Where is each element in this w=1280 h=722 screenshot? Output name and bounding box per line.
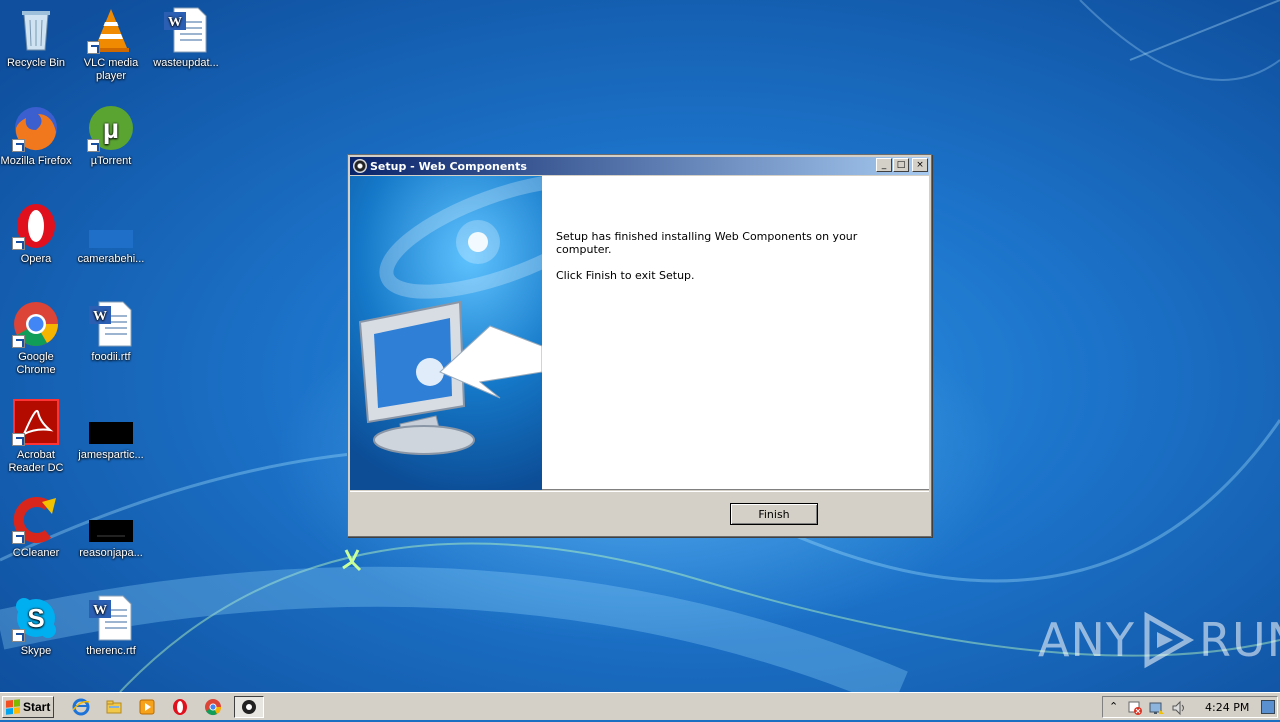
opera-taskbar-icon[interactable]	[171, 698, 189, 716]
icon-label: wasteupdat...	[153, 57, 219, 69]
show-desktop-button[interactable]	[1261, 700, 1275, 714]
dialog-title: Setup - Web Components	[370, 159, 527, 173]
word-document-icon: W	[87, 594, 135, 642]
icon-label: Google Chrome	[16, 351, 56, 376]
svg-text:W: W	[93, 603, 107, 618]
black-file-icon	[87, 398, 135, 446]
setup-dialog: Setup - Web Components _ □ × Setup has f…	[347, 154, 932, 537]
start-label: Start	[23, 700, 51, 714]
desktop-icon-camerabehi[interactable]: camerabehi...	[73, 202, 149, 266]
system-tray: ⌃ 4:24 PM	[1102, 696, 1278, 718]
icon-label: µTorrent	[90, 155, 132, 167]
icon-label: camerabehi...	[77, 253, 145, 265]
play-logo-icon	[1144, 611, 1195, 669]
desktop-icon-utorrent[interactable]: µ µTorrent	[73, 104, 149, 168]
dialog-titlebar[interactable]: Setup - Web Components _ □ ×	[350, 157, 929, 175]
desktop-icon-ccleaner[interactable]: CCleaner	[0, 496, 74, 560]
icon-label: Skype	[20, 645, 52, 657]
desktop-icon-firefox[interactable]: Mozilla Firefox	[0, 104, 74, 168]
start-button[interactable]: Start	[2, 696, 54, 718]
desktop-icon-reasonjapa[interactable]: reasonjapa...	[73, 496, 149, 560]
icon-label: therenc.rtf	[86, 645, 136, 657]
setup-app-icon	[353, 159, 367, 173]
utorrent-icon: µ	[87, 104, 135, 152]
recycle-bin-icon	[12, 6, 60, 54]
finish-message: Setup has finished installing Web Compon…	[556, 230, 858, 256]
desktop-icon-chrome[interactable]: Google Chrome	[0, 300, 74, 377]
svg-text:W: W	[168, 15, 182, 30]
icon-label: VLC media player	[83, 57, 139, 82]
taskbar-item-setup[interactable]	[234, 696, 264, 718]
monitor-arrow-illustration	[358, 176, 542, 455]
watermark-right-text: RUN	[1198, 613, 1280, 667]
clock[interactable]: 4:24 PM	[1205, 701, 1249, 714]
icon-label: reasonjapa...	[79, 547, 143, 559]
volume-icon[interactable]	[1171, 700, 1187, 716]
close-button[interactable]: ×	[912, 158, 928, 172]
finish-button[interactable]: Finish	[730, 503, 818, 525]
chrome-taskbar-icon[interactable]	[204, 698, 222, 716]
setup-app-icon	[242, 700, 256, 714]
desktop-icon-opera[interactable]: Opera	[0, 202, 74, 266]
media-player-icon[interactable]	[138, 698, 156, 716]
icon-label: Mozilla Firefox	[0, 155, 72, 167]
ccleaner-icon	[12, 496, 60, 544]
firefox-icon	[12, 104, 60, 152]
desktop-icon-jamespartic[interactable]: jamespartic...	[73, 398, 149, 462]
maximize-button[interactable]: □	[893, 158, 909, 172]
action-center-icon[interactable]	[1127, 700, 1143, 716]
icon-label: Recycle Bin	[6, 57, 66, 69]
ie-icon[interactable]	[72, 698, 90, 716]
word-document-icon: W	[87, 300, 135, 348]
desktop-icon-vlc[interactable]: VLC media player	[73, 6, 149, 83]
svg-text:S: S	[27, 603, 44, 633]
windows-logo-icon	[6, 699, 20, 715]
network-icon[interactable]	[1149, 700, 1165, 716]
chrome-icon	[12, 300, 60, 348]
desktop-icon-foodii[interactable]: W foodii.rtf	[73, 300, 149, 364]
vlc-icon	[87, 6, 135, 54]
desktop-icon-acrobat[interactable]: Acrobat Reader DC	[0, 398, 74, 475]
wizard-message: Setup has finished installing Web Compon…	[556, 230, 896, 295]
svg-text:W: W	[93, 309, 107, 324]
wizard-banner-image	[350, 176, 542, 490]
desktop-icon-therenc[interactable]: W therenc.rtf	[73, 594, 149, 658]
taskbar: Start ⌃ 4:24 PM	[0, 692, 1280, 720]
icon-label: foodii.rtf	[91, 351, 131, 363]
anyrun-watermark: ANY RUN	[1038, 608, 1280, 672]
skype-icon: S	[12, 594, 60, 642]
black-file-icon	[87, 496, 135, 544]
blank-file-icon	[87, 202, 135, 250]
desktop-icon-skype[interactable]: S Skype	[0, 594, 74, 658]
icon-label: CCleaner	[12, 547, 60, 559]
icon-label: Opera	[20, 253, 52, 265]
opera-icon	[12, 202, 60, 250]
footer-separator	[350, 491, 929, 492]
wizard-body: Setup has finished installing Web Compon…	[350, 176, 929, 490]
icon-label: Acrobat Reader DC	[8, 449, 64, 474]
minimize-button[interactable]: _	[876, 158, 892, 172]
acrobat-icon	[12, 398, 60, 446]
show-hidden-icons-icon[interactable]: ⌃	[1109, 700, 1118, 713]
desktop-icon-recycle-bin[interactable]: Recycle Bin	[0, 6, 74, 70]
watermark-left-text: ANY	[1038, 613, 1135, 667]
word-document-icon: W	[162, 6, 210, 54]
desktop-icon-wasteupdat[interactable]: W wasteupdat...	[148, 6, 224, 70]
svg-text:µ: µ	[103, 113, 119, 144]
explorer-icon[interactable]	[105, 698, 123, 716]
icon-label: jamespartic...	[78, 449, 144, 461]
exit-instruction: Click Finish to exit Setup.	[556, 269, 695, 282]
